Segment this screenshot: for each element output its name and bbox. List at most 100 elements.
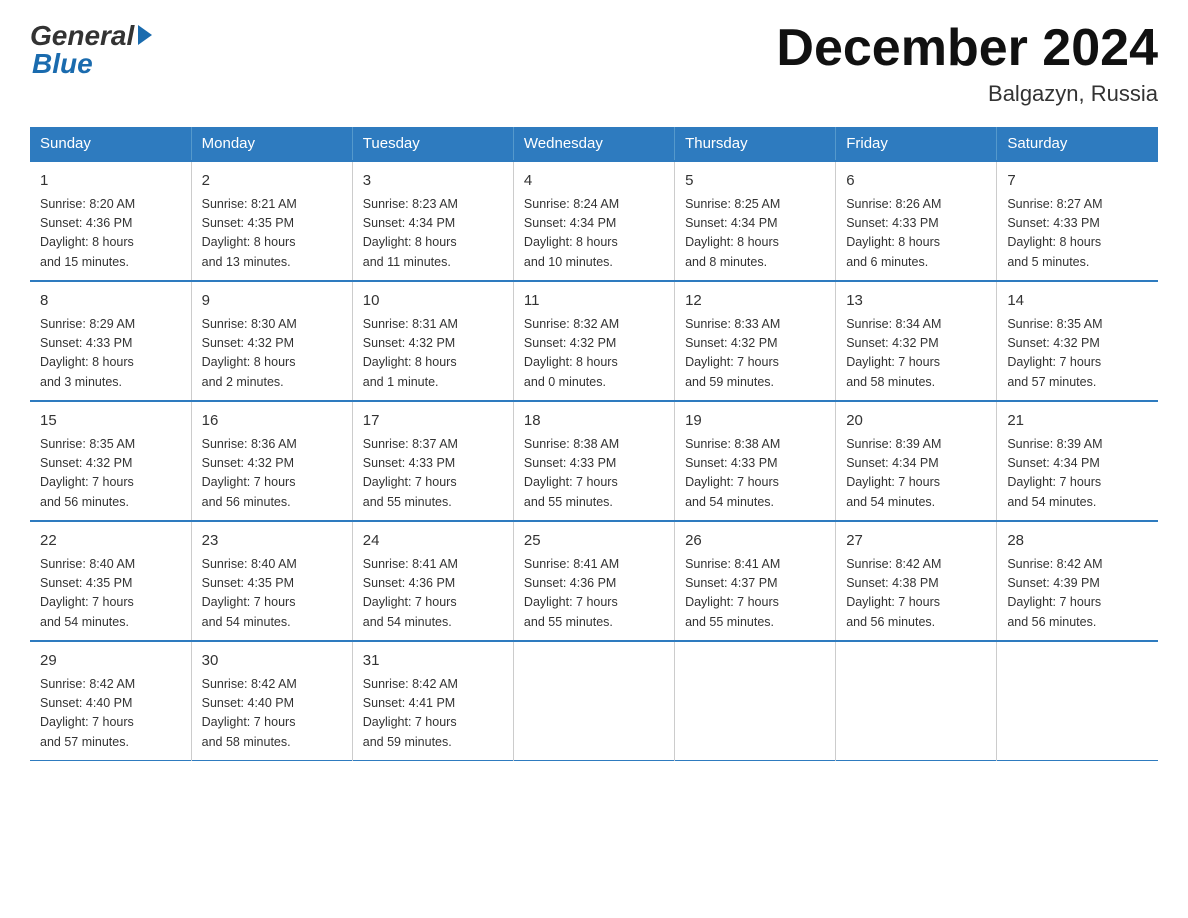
day-number: 24 — [363, 530, 503, 553]
day-info: Sunrise: 8:30 AM Sunset: 4:32 PM Dayligh… — [202, 315, 342, 393]
day-number: 12 — [685, 290, 825, 313]
empty-cell — [675, 641, 836, 761]
day-number: 31 — [363, 650, 503, 673]
day-info: Sunrise: 8:20 AM Sunset: 4:36 PM Dayligh… — [40, 195, 181, 273]
day-info: Sunrise: 8:24 AM Sunset: 4:34 PM Dayligh… — [524, 195, 664, 273]
day-number: 1 — [40, 170, 181, 193]
empty-cell — [836, 641, 997, 761]
day-number: 13 — [846, 290, 986, 313]
day-info: Sunrise: 8:25 AM Sunset: 4:34 PM Dayligh… — [685, 195, 825, 273]
col-header-friday: Friday — [836, 127, 997, 161]
day-info: Sunrise: 8:42 AM Sunset: 4:40 PM Dayligh… — [40, 675, 181, 753]
calendar-day-5: 5Sunrise: 8:25 AM Sunset: 4:34 PM Daylig… — [675, 161, 836, 281]
calendar-week-2: 8Sunrise: 8:29 AM Sunset: 4:33 PM Daylig… — [30, 281, 1158, 401]
day-number: 28 — [1007, 530, 1148, 553]
calendar-day-17: 17Sunrise: 8:37 AM Sunset: 4:33 PM Dayli… — [352, 401, 513, 521]
calendar-day-22: 22Sunrise: 8:40 AM Sunset: 4:35 PM Dayli… — [30, 521, 191, 641]
day-number: 6 — [846, 170, 986, 193]
day-info: Sunrise: 8:39 AM Sunset: 4:34 PM Dayligh… — [1007, 435, 1148, 513]
day-info: Sunrise: 8:41 AM Sunset: 4:36 PM Dayligh… — [363, 555, 503, 633]
day-info: Sunrise: 8:40 AM Sunset: 4:35 PM Dayligh… — [202, 555, 342, 633]
day-number: 21 — [1007, 410, 1148, 433]
col-header-monday: Monday — [191, 127, 352, 161]
day-number: 16 — [202, 410, 342, 433]
calendar-day-20: 20Sunrise: 8:39 AM Sunset: 4:34 PM Dayli… — [836, 401, 997, 521]
calendar-week-3: 15Sunrise: 8:35 AM Sunset: 4:32 PM Dayli… — [30, 401, 1158, 521]
day-info: Sunrise: 8:32 AM Sunset: 4:32 PM Dayligh… — [524, 315, 664, 393]
month-title: December 2024 — [776, 20, 1158, 77]
day-info: Sunrise: 8:42 AM Sunset: 4:40 PM Dayligh… — [202, 675, 342, 753]
day-info: Sunrise: 8:21 AM Sunset: 4:35 PM Dayligh… — [202, 195, 342, 273]
col-header-saturday: Saturday — [997, 127, 1158, 161]
day-number: 20 — [846, 410, 986, 433]
day-info: Sunrise: 8:42 AM Sunset: 4:39 PM Dayligh… — [1007, 555, 1148, 633]
day-info: Sunrise: 8:40 AM Sunset: 4:35 PM Dayligh… — [40, 555, 181, 633]
calendar-day-27: 27Sunrise: 8:42 AM Sunset: 4:38 PM Dayli… — [836, 521, 997, 641]
calendar-day-28: 28Sunrise: 8:42 AM Sunset: 4:39 PM Dayli… — [997, 521, 1158, 641]
day-number: 27 — [846, 530, 986, 553]
day-number: 14 — [1007, 290, 1148, 313]
day-info: Sunrise: 8:35 AM Sunset: 4:32 PM Dayligh… — [40, 435, 181, 513]
logo-blue-text: Blue — [32, 48, 93, 80]
day-number: 2 — [202, 170, 342, 193]
day-number: 30 — [202, 650, 342, 673]
day-info: Sunrise: 8:39 AM Sunset: 4:34 PM Dayligh… — [846, 435, 986, 513]
logo: General Blue — [30, 20, 152, 80]
day-info: Sunrise: 8:33 AM Sunset: 4:32 PM Dayligh… — [685, 315, 825, 393]
day-info: Sunrise: 8:38 AM Sunset: 4:33 PM Dayligh… — [685, 435, 825, 513]
day-number: 22 — [40, 530, 181, 553]
page-header: General Blue December 2024 Balgazyn, Rus… — [30, 20, 1158, 107]
calendar-day-15: 15Sunrise: 8:35 AM Sunset: 4:32 PM Dayli… — [30, 401, 191, 521]
calendar-day-2: 2Sunrise: 8:21 AM Sunset: 4:35 PM Daylig… — [191, 161, 352, 281]
col-header-wednesday: Wednesday — [513, 127, 674, 161]
day-number: 10 — [363, 290, 503, 313]
day-info: Sunrise: 8:41 AM Sunset: 4:37 PM Dayligh… — [685, 555, 825, 633]
calendar-day-4: 4Sunrise: 8:24 AM Sunset: 4:34 PM Daylig… — [513, 161, 674, 281]
empty-cell — [997, 641, 1158, 761]
day-number: 18 — [524, 410, 664, 433]
calendar-day-30: 30Sunrise: 8:42 AM Sunset: 4:40 PM Dayli… — [191, 641, 352, 761]
calendar-table: SundayMondayTuesdayWednesdayThursdayFrid… — [30, 127, 1158, 761]
day-info: Sunrise: 8:27 AM Sunset: 4:33 PM Dayligh… — [1007, 195, 1148, 273]
calendar-day-25: 25Sunrise: 8:41 AM Sunset: 4:36 PM Dayli… — [513, 521, 674, 641]
calendar-day-13: 13Sunrise: 8:34 AM Sunset: 4:32 PM Dayli… — [836, 281, 997, 401]
day-info: Sunrise: 8:26 AM Sunset: 4:33 PM Dayligh… — [846, 195, 986, 273]
day-info: Sunrise: 8:34 AM Sunset: 4:32 PM Dayligh… — [846, 315, 986, 393]
empty-cell — [513, 641, 674, 761]
day-info: Sunrise: 8:29 AM Sunset: 4:33 PM Dayligh… — [40, 315, 181, 393]
day-number: 7 — [1007, 170, 1148, 193]
day-number: 5 — [685, 170, 825, 193]
calendar-day-18: 18Sunrise: 8:38 AM Sunset: 4:33 PM Dayli… — [513, 401, 674, 521]
calendar-day-3: 3Sunrise: 8:23 AM Sunset: 4:34 PM Daylig… — [352, 161, 513, 281]
day-info: Sunrise: 8:42 AM Sunset: 4:38 PM Dayligh… — [846, 555, 986, 633]
calendar-day-31: 31Sunrise: 8:42 AM Sunset: 4:41 PM Dayli… — [352, 641, 513, 761]
day-info: Sunrise: 8:31 AM Sunset: 4:32 PM Dayligh… — [363, 315, 503, 393]
calendar-week-4: 22Sunrise: 8:40 AM Sunset: 4:35 PM Dayli… — [30, 521, 1158, 641]
calendar-day-6: 6Sunrise: 8:26 AM Sunset: 4:33 PM Daylig… — [836, 161, 997, 281]
day-info: Sunrise: 8:37 AM Sunset: 4:33 PM Dayligh… — [363, 435, 503, 513]
day-info: Sunrise: 8:23 AM Sunset: 4:34 PM Dayligh… — [363, 195, 503, 273]
day-info: Sunrise: 8:38 AM Sunset: 4:33 PM Dayligh… — [524, 435, 664, 513]
day-number: 4 — [524, 170, 664, 193]
calendar-day-11: 11Sunrise: 8:32 AM Sunset: 4:32 PM Dayli… — [513, 281, 674, 401]
calendar-header-row: SundayMondayTuesdayWednesdayThursdayFrid… — [30, 127, 1158, 161]
day-number: 15 — [40, 410, 181, 433]
day-number: 17 — [363, 410, 503, 433]
calendar-day-8: 8Sunrise: 8:29 AM Sunset: 4:33 PM Daylig… — [30, 281, 191, 401]
location-text: Balgazyn, Russia — [776, 81, 1158, 107]
day-number: 11 — [524, 290, 664, 313]
calendar-day-12: 12Sunrise: 8:33 AM Sunset: 4:32 PM Dayli… — [675, 281, 836, 401]
calendar-day-7: 7Sunrise: 8:27 AM Sunset: 4:33 PM Daylig… — [997, 161, 1158, 281]
logo-triangle-icon — [138, 25, 152, 45]
calendar-day-26: 26Sunrise: 8:41 AM Sunset: 4:37 PM Dayli… — [675, 521, 836, 641]
calendar-day-19: 19Sunrise: 8:38 AM Sunset: 4:33 PM Dayli… — [675, 401, 836, 521]
day-info: Sunrise: 8:35 AM Sunset: 4:32 PM Dayligh… — [1007, 315, 1148, 393]
day-info: Sunrise: 8:36 AM Sunset: 4:32 PM Dayligh… — [202, 435, 342, 513]
day-info: Sunrise: 8:42 AM Sunset: 4:41 PM Dayligh… — [363, 675, 503, 753]
calendar-day-10: 10Sunrise: 8:31 AM Sunset: 4:32 PM Dayli… — [352, 281, 513, 401]
calendar-week-5: 29Sunrise: 8:42 AM Sunset: 4:40 PM Dayli… — [30, 641, 1158, 761]
calendar-day-23: 23Sunrise: 8:40 AM Sunset: 4:35 PM Dayli… — [191, 521, 352, 641]
calendar-day-24: 24Sunrise: 8:41 AM Sunset: 4:36 PM Dayli… — [352, 521, 513, 641]
calendar-day-1: 1Sunrise: 8:20 AM Sunset: 4:36 PM Daylig… — [30, 161, 191, 281]
col-header-thursday: Thursday — [675, 127, 836, 161]
